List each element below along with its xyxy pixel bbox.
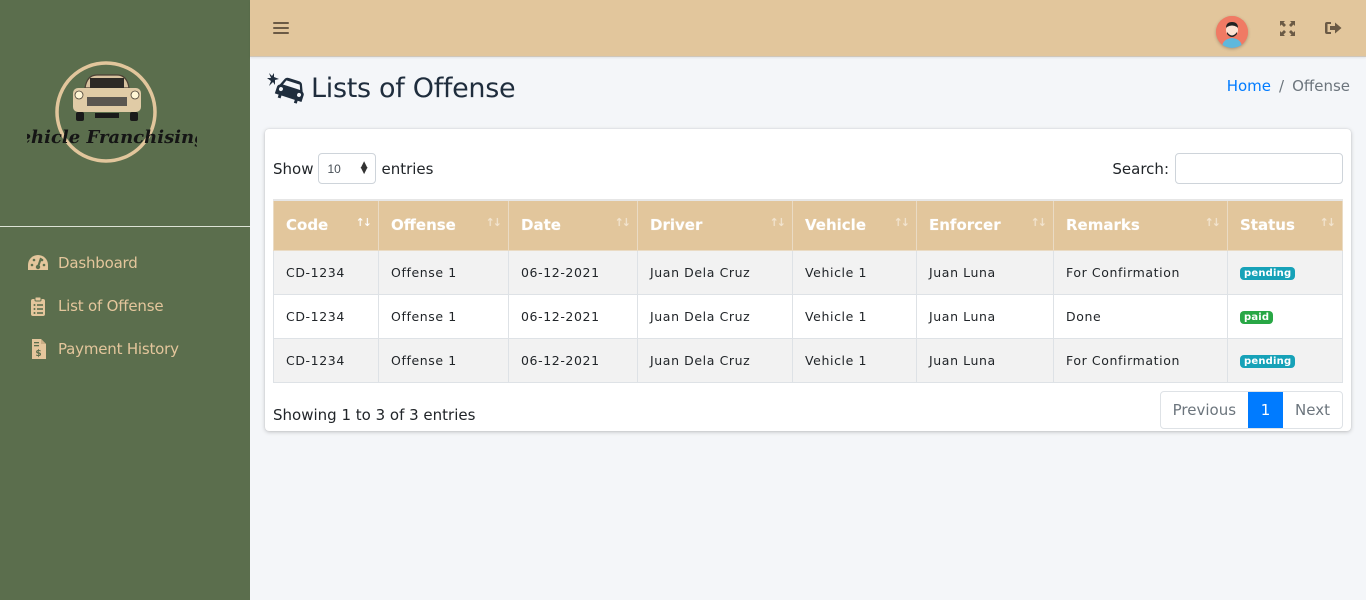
column-header-enforcer[interactable]: Enforcer ↑↓ [916,199,1054,251]
column-header-code[interactable]: Code ↑↓ [273,199,379,251]
cell-driver: Juan Dela Cruz [637,249,793,295]
sort-icon: ↑↓ [485,216,503,229]
cell-remarks: Done [1053,293,1228,339]
sort-icon: ↑↓ [1319,216,1337,229]
cell-vehicle: Vehicle 1 [792,337,917,383]
expand-arrows-icon[interactable] [1277,18,1297,38]
sidebar-item-label: List of Offense [58,296,164,315]
offense-table-card: Show 10 ▲ ▼ entries Search: Code ↑↓ Offens… [265,129,1351,431]
sidebar: Vehicle Franchising Dashboard List of Of… [0,0,250,600]
table-row[interactable]: CD-1234 Offense 1 06-12-2021 Juan Dela C… [273,249,1343,295]
column-header-driver[interactable]: Driver ↑↓ [637,199,793,251]
table-info: Showing 1 to 3 of 3 entries [273,406,476,424]
sort-icon: ↑↓ [1030,216,1048,229]
breadcrumb-home-link[interactable]: Home [1227,77,1271,95]
sort-icon: ↑↓ [769,216,787,229]
cell-date: 06-12-2021 [508,293,638,339]
cell-driver: Juan Dela Cruz [637,293,793,339]
sidebar-item-list-of-offense[interactable]: List of Offense [0,284,250,327]
pagination-next-button[interactable]: Next [1283,392,1342,428]
pagination: Previous 1 Next [1159,391,1343,429]
sort-icon: ↑↓ [614,216,632,229]
table-header-row: Code ↑↓ Offense ↑↓ Date ↑↓ Driver ↑↓ Vehicle… [273,199,1343,251]
car-crash-icon [266,72,304,104]
cell-status: pending [1227,337,1343,383]
cell-enforcer: Juan Luna [916,293,1054,339]
cell-status: pending [1227,249,1343,295]
status-badge: pending [1240,355,1296,368]
cell-status: paid [1227,293,1343,339]
breadcrumb-separator: / [1279,77,1285,95]
clipboard-list-icon [27,296,49,316]
user-avatar-icon[interactable] [1216,16,1248,48]
sort-icon: ↑↓ [1204,216,1222,229]
search-label: Search: [1112,159,1169,178]
sidebar-item-dashboard[interactable]: Dashboard [0,241,250,284]
cell-remarks: For Confirmation [1053,249,1228,295]
cell-vehicle: Vehicle 1 [792,249,917,295]
sidebar-item-label: Payment History [58,339,179,358]
offense-table: Code ↑↓ Offense ↑↓ Date ↑↓ Driver ↑↓ Vehicle… [273,199,1343,383]
topbar [250,0,1366,57]
sign-out-icon[interactable] [1323,18,1343,38]
column-header-status[interactable]: Status ↑↓ [1227,199,1343,251]
column-header-vehicle[interactable]: Vehicle ↑↓ [792,199,917,251]
brand-logo[interactable]: Vehicle Franchising [27,60,197,170]
cell-offense: Offense 1 [378,337,509,383]
pagination-page-1-button[interactable]: 1 [1248,392,1284,428]
cell-code: CD-1234 [273,293,379,339]
breadcrumb: Home / Offense [1227,77,1350,95]
cell-date: 06-12-2021 [508,337,638,383]
brand-area: Vehicle Franchising [0,0,250,227]
cell-code: CD-1234 [273,337,379,383]
status-badge: paid [1240,311,1274,324]
cell-driver: Juan Dela Cruz [637,337,793,383]
cell-enforcer: Juan Luna [916,337,1054,383]
tachometer-icon [27,253,49,273]
page-title: Lists of Offense [311,72,516,104]
table-search: Search: [1112,153,1343,184]
sort-icon: ↑↓ [355,216,373,229]
length-suffix-label: entries [381,159,434,178]
hamburger-icon[interactable] [273,19,289,37]
pagination-previous-button[interactable]: Previous [1161,392,1248,428]
cell-offense: Offense 1 [378,293,509,339]
entries-per-page-select[interactable]: 10 [318,153,377,184]
search-input[interactable] [1175,153,1343,184]
column-header-remarks[interactable]: Remarks ↑↓ [1053,199,1228,251]
svg-text:$: $ [35,349,41,359]
table-row[interactable]: CD-1234 Offense 1 06-12-2021 Juan Dela C… [273,293,1343,339]
cell-vehicle: Vehicle 1 [792,293,917,339]
breadcrumb-current: Offense [1292,77,1350,95]
sidebar-nav: Dashboard List of Offense $ Payment Hist… [0,227,250,370]
sidebar-item-payment-history[interactable]: $ Payment History [0,327,250,370]
svg-text:Vehicle Franchising: Vehicle Franchising [27,127,197,148]
cell-date: 06-12-2021 [508,249,638,295]
length-prefix-label: Show [273,159,314,178]
column-header-offense[interactable]: Offense ↑↓ [378,199,509,251]
cell-code: CD-1234 [273,249,379,295]
column-header-date[interactable]: Date ↑↓ [508,199,638,251]
cell-offense: Offense 1 [378,249,509,295]
cell-remarks: For Confirmation [1053,337,1228,383]
file-invoice-dollar-icon: $ [27,338,49,359]
table-row[interactable]: CD-1234 Offense 1 06-12-2021 Juan Dela C… [273,337,1343,383]
page-header: Lists of Offense [266,72,516,104]
status-badge: pending [1240,267,1296,280]
sidebar-item-label: Dashboard [58,253,138,272]
entries-length-control: Show 10 ▲ ▼ entries [273,153,433,184]
sort-icon: ↑↓ [893,216,911,229]
cell-enforcer: Juan Luna [916,249,1054,295]
